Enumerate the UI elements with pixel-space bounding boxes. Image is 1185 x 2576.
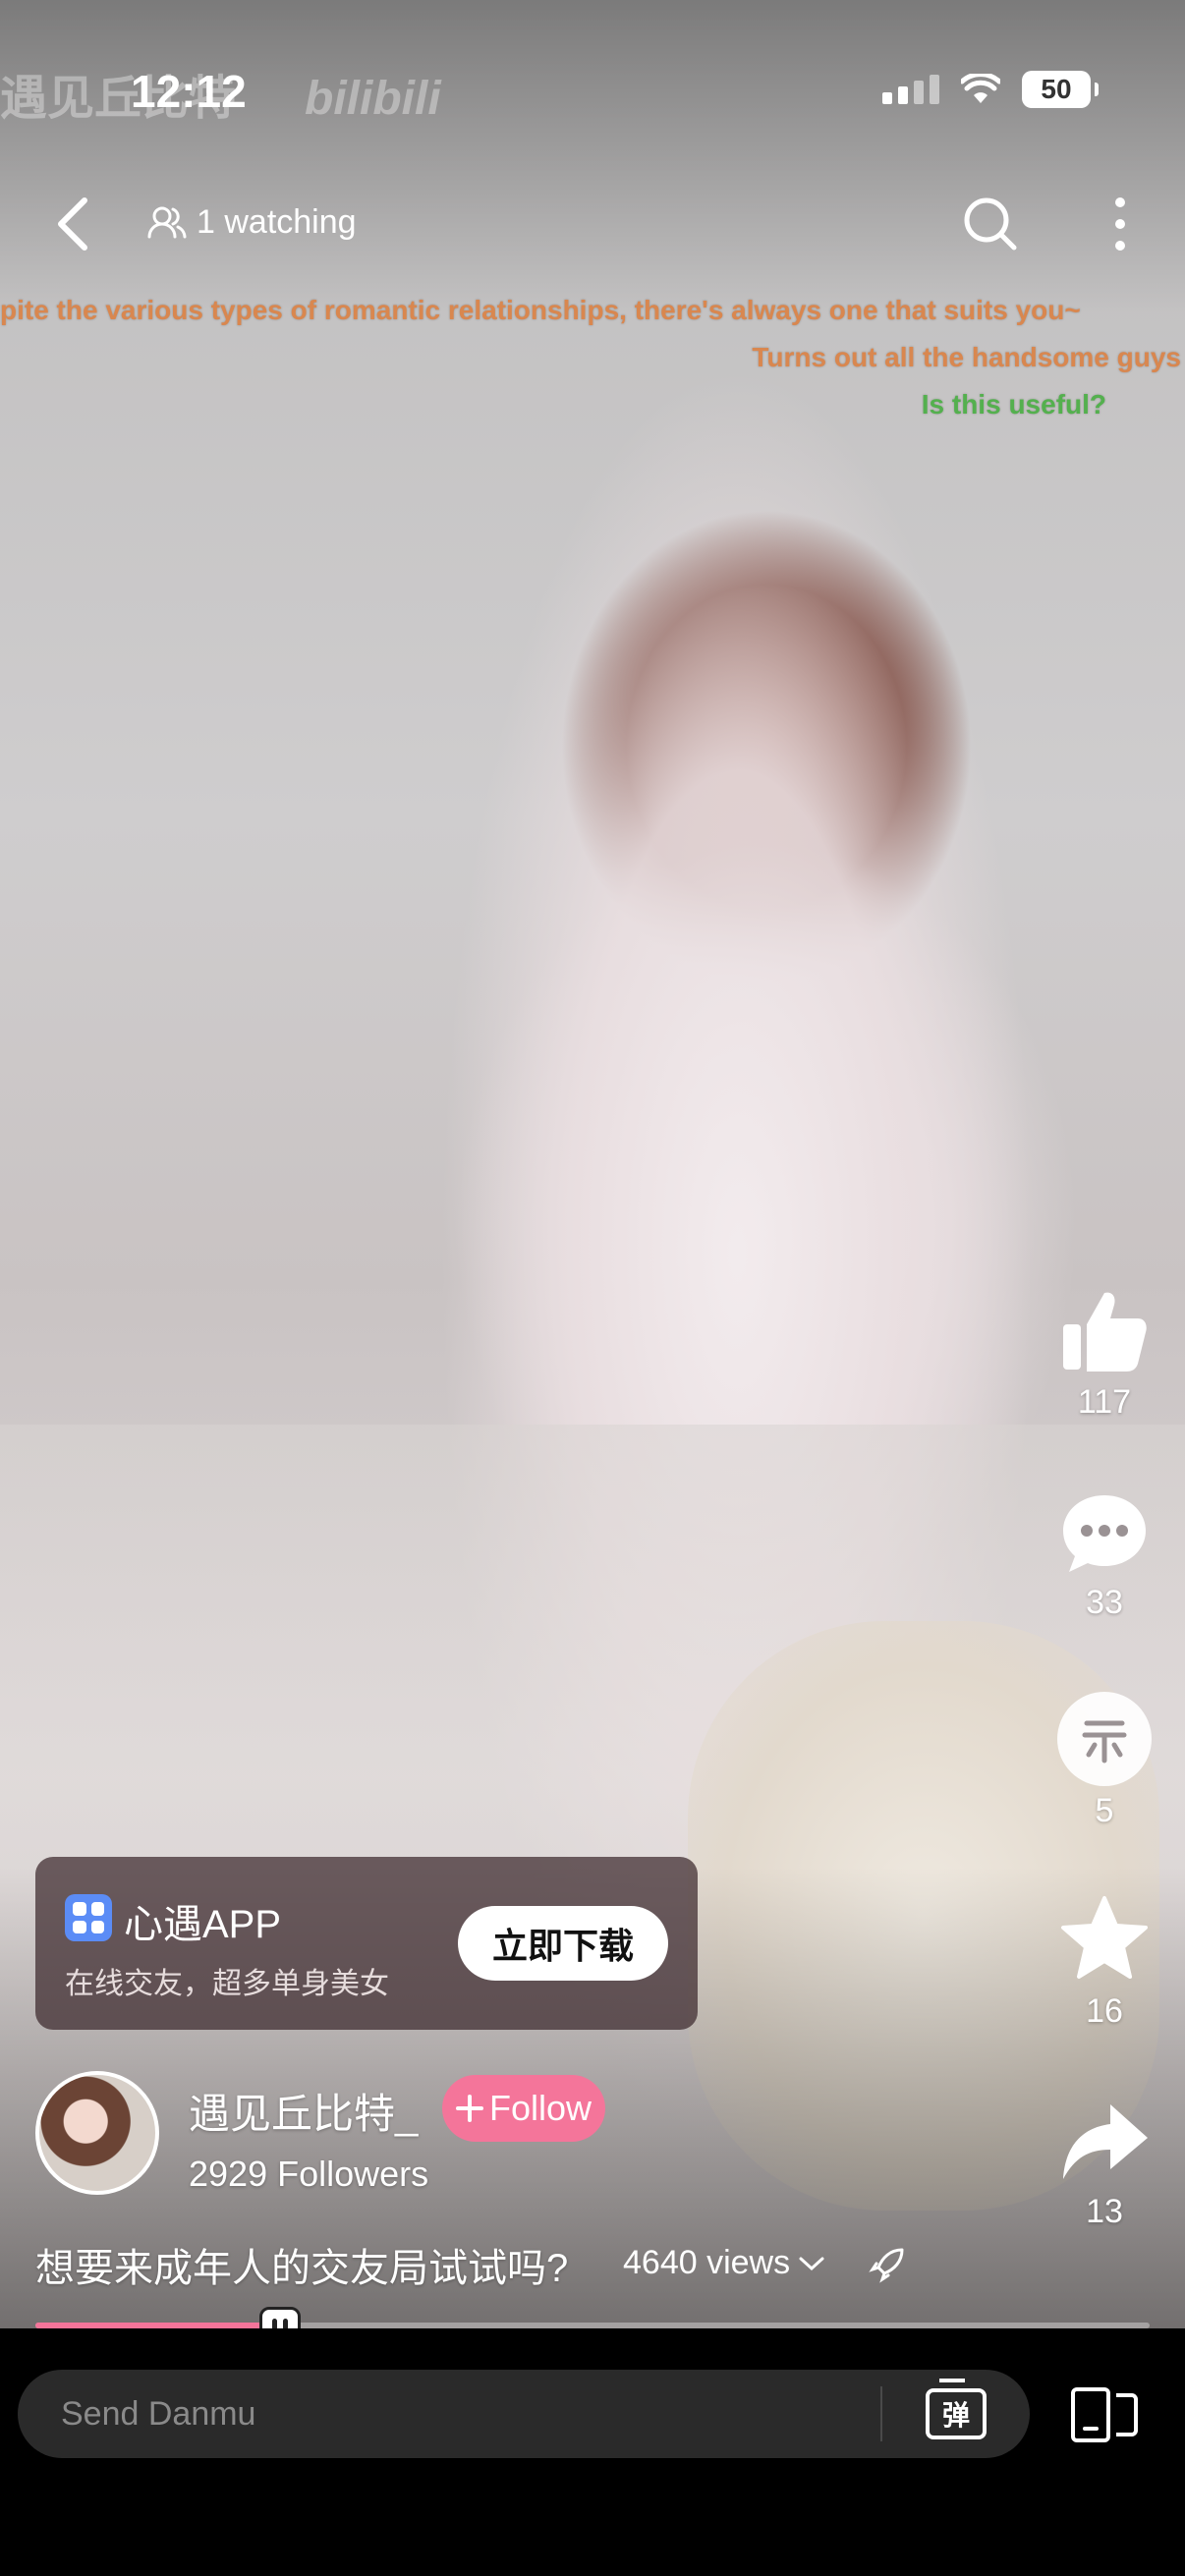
more-options-button[interactable] [1091, 193, 1150, 255]
plus-icon [456, 2095, 483, 2122]
wifi-icon [961, 74, 1000, 103]
ad-card[interactable]: 心遇APP 在线交友，超多单身美女 立即下载 [35, 1857, 698, 2030]
share-count: 13 [1086, 2193, 1123, 2230]
boost-button[interactable] [869, 2244, 908, 2288]
status-indicators: 50 [882, 71, 1099, 108]
like-button[interactable]: 117 [1045, 1283, 1163, 1422]
favorite-button[interactable]: 16 [1045, 1892, 1163, 2031]
coin-button[interactable]: 5 [1045, 1692, 1163, 1830]
view-count[interactable]: 4640 views [623, 2244, 825, 2282]
app-grid-icon [65, 1894, 112, 1941]
comment-icon [1063, 1495, 1146, 1572]
screen-rotate-icon [1071, 2387, 1138, 2442]
comment-count: 33 [1086, 1584, 1123, 1621]
danmu-comment: Is this useful? [921, 389, 1106, 420]
danmu-tv-icon: 弹 [926, 2388, 987, 2439]
ad-title: 心遇APP [124, 1903, 282, 1946]
danmu-comment: pite the various types of romantic relat… [0, 295, 1081, 325]
danmu-input-bar: 弹 [18, 2369, 1030, 2459]
coin-count: 5 [1095, 1792, 1114, 1829]
thumbs-up-icon [1063, 1292, 1147, 1372]
send-danmu-input[interactable] [18, 2369, 880, 2459]
back-button[interactable] [43, 193, 102, 255]
danmu-toggle-button[interactable]: 弹 [882, 2370, 1030, 2458]
fullscreen-toggle-button[interactable] [1069, 2385, 1140, 2444]
watching-label: 1 watching [197, 203, 357, 241]
search-button[interactable] [959, 193, 1022, 255]
chevron-left-icon [58, 197, 87, 251]
favorite-count: 16 [1086, 1992, 1123, 2030]
more-vertical-icon [1115, 197, 1125, 251]
views-label: 4640 views [623, 2244, 791, 2281]
ad-download-button[interactable]: 立即下载 [458, 1906, 668, 1981]
watching-count: 1 watching [147, 203, 357, 242]
battery-icon: 50 [1022, 71, 1099, 108]
uploader-name[interactable]: 遇见丘比特_ [189, 2081, 418, 2141]
search-icon [964, 197, 1017, 251]
chevron-down-icon [799, 2257, 824, 2270]
video-title: 想要来成年人的交友局试试吗? [35, 2247, 569, 2290]
share-button[interactable]: 13 [1045, 2099, 1163, 2231]
danmu-comment: Turns out all the handsome guys [752, 342, 1181, 372]
coin-icon [1057, 1692, 1152, 1786]
ad-subtitle: 在线交友，超多单身美女 [65, 1968, 389, 2000]
top-gradient [0, 0, 1185, 314]
uploader-avatar[interactable] [35, 2071, 159, 2195]
like-count: 117 [1077, 1383, 1132, 1421]
cellular-signal-icon [882, 75, 939, 104]
share-arrow-icon [1063, 2104, 1148, 2179]
follow-label: Follow [489, 2088, 592, 2128]
rocket-icon [869, 2248, 904, 2283]
follow-button[interactable]: Follow [442, 2075, 606, 2142]
follower-count: 2929 Followers [189, 2154, 429, 2194]
viewers-icon [147, 206, 187, 238]
comment-button[interactable]: 33 [1045, 1489, 1163, 1622]
status-time: 12:12 [131, 66, 247, 117]
star-icon [1061, 1896, 1148, 1979]
